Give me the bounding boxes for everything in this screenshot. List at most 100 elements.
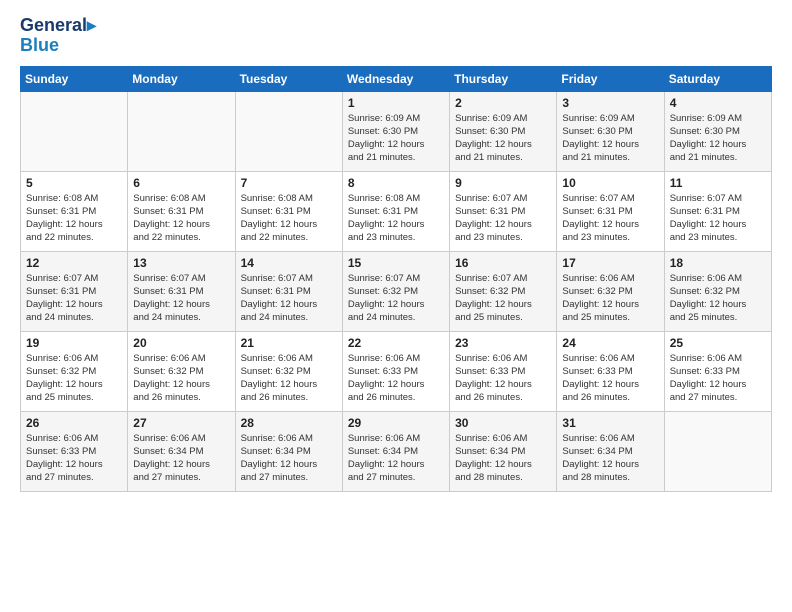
calendar-cell: 26 Sunrise: 6:06 AM Sunset: 6:33 PM Dayli… — [21, 411, 128, 491]
day-info: Sunrise: 6:09 AM Sunset: 6:30 PM Dayligh… — [348, 112, 444, 165]
day-number: 12 — [26, 256, 122, 270]
logo-blue: Blue — [20, 36, 96, 56]
calendar-cell: 18 Sunrise: 6:06 AM Sunset: 6:32 PM Dayli… — [664, 251, 771, 331]
day-info: Sunrise: 6:08 AM Sunset: 6:31 PM Dayligh… — [348, 192, 444, 245]
day-number: 22 — [348, 336, 444, 350]
day-number: 7 — [241, 176, 337, 190]
day-info: Sunrise: 6:06 AM Sunset: 6:32 PM Dayligh… — [562, 272, 658, 325]
day-number: 28 — [241, 416, 337, 430]
calendar-week-3: 12 Sunrise: 6:07 AM Sunset: 6:31 PM Dayli… — [21, 251, 772, 331]
calendar-cell: 31 Sunrise: 6:06 AM Sunset: 6:34 PM Dayli… — [557, 411, 664, 491]
calendar-cell: 15Sunrise: 6:07 AM Sunset: 6:32 PM Dayli… — [342, 251, 449, 331]
calendar-cell: 6 Sunrise: 6:08 AM Sunset: 6:31 PM Daylig… — [128, 171, 235, 251]
header: General▸ Blue — [20, 16, 772, 56]
day-info: Sunrise: 6:06 AM Sunset: 6:33 PM Dayligh… — [670, 352, 766, 405]
day-info: Sunrise: 6:09 AM Sunset: 6:30 PM Dayligh… — [455, 112, 551, 165]
day-info: Sunrise: 6:07 AM Sunset: 6:31 PM Dayligh… — [133, 272, 229, 325]
calendar-cell: 30 Sunrise: 6:06 AM Sunset: 6:34 PM Dayli… — [450, 411, 557, 491]
day-info: Sunrise: 6:07 AM Sunset: 6:31 PM Dayligh… — [670, 192, 766, 245]
day-info: Sunrise: 6:09 AM Sunset: 6:30 PM Dayligh… — [562, 112, 658, 165]
calendar-cell: 28Sunrise: 6:06 AM Sunset: 6:34 PM Dayli… — [235, 411, 342, 491]
calendar-cell: 5Sunrise: 6:08 AM Sunset: 6:31 PM Daylig… — [21, 171, 128, 251]
day-number: 9 — [455, 176, 551, 190]
day-number: 29 — [348, 416, 444, 430]
calendar-cell: 20Sunrise: 6:06 AM Sunset: 6:32 PM Dayli… — [128, 331, 235, 411]
day-number: 18 — [670, 256, 766, 270]
weekday-header-sunday: Sunday — [21, 66, 128, 91]
day-number: 24 — [562, 336, 658, 350]
day-number: 1 — [348, 96, 444, 110]
day-info: Sunrise: 6:06 AM Sunset: 6:33 PM Dayligh… — [562, 352, 658, 405]
calendar-body: 1 Sunrise: 6:09 AM Sunset: 6:30 PM Daylig… — [21, 91, 772, 491]
calendar-week-2: 5Sunrise: 6:08 AM Sunset: 6:31 PM Daylig… — [21, 171, 772, 251]
calendar-cell: 2 Sunrise: 6:09 AM Sunset: 6:30 PM Daylig… — [450, 91, 557, 171]
day-number: 31 — [562, 416, 658, 430]
day-number: 6 — [133, 176, 229, 190]
day-number: 16 — [455, 256, 551, 270]
day-info: Sunrise: 6:06 AM Sunset: 6:32 PM Dayligh… — [670, 272, 766, 325]
weekday-header-tuesday: Tuesday — [235, 66, 342, 91]
calendar-cell: 14Sunrise: 6:07 AM Sunset: 6:31 PM Dayli… — [235, 251, 342, 331]
day-info: Sunrise: 6:06 AM Sunset: 6:33 PM Dayligh… — [455, 352, 551, 405]
day-info: Sunrise: 6:08 AM Sunset: 6:31 PM Dayligh… — [133, 192, 229, 245]
day-info: Sunrise: 6:06 AM Sunset: 6:34 PM Dayligh… — [133, 432, 229, 485]
day-info: Sunrise: 6:06 AM Sunset: 6:32 PM Dayligh… — [133, 352, 229, 405]
day-info: Sunrise: 6:09 AM Sunset: 6:30 PM Dayligh… — [670, 112, 766, 165]
day-info: Sunrise: 6:07 AM Sunset: 6:32 PM Dayligh… — [348, 272, 444, 325]
calendar-cell — [21, 91, 128, 171]
day-info: Sunrise: 6:07 AM Sunset: 6:31 PM Dayligh… — [26, 272, 122, 325]
calendar-cell: 11Sunrise: 6:07 AM Sunset: 6:31 PM Dayli… — [664, 171, 771, 251]
calendar-cell: 25 Sunrise: 6:06 AM Sunset: 6:33 PM Dayli… — [664, 331, 771, 411]
calendar-header-row: SundayMondayTuesdayWednesdayThursdayFrid… — [21, 66, 772, 91]
day-number: 4 — [670, 96, 766, 110]
calendar-cell: 23Sunrise: 6:06 AM Sunset: 6:33 PM Dayli… — [450, 331, 557, 411]
day-info: Sunrise: 6:06 AM Sunset: 6:32 PM Dayligh… — [26, 352, 122, 405]
day-number: 17 — [562, 256, 658, 270]
calendar-cell: 8 Sunrise: 6:08 AM Sunset: 6:31 PM Daylig… — [342, 171, 449, 251]
calendar-week-4: 19 Sunrise: 6:06 AM Sunset: 6:32 PM Dayli… — [21, 331, 772, 411]
calendar-cell — [235, 91, 342, 171]
calendar-table: SundayMondayTuesdayWednesdayThursdayFrid… — [20, 66, 772, 492]
day-info: Sunrise: 6:06 AM Sunset: 6:34 PM Dayligh… — [455, 432, 551, 485]
day-number: 14 — [241, 256, 337, 270]
day-number: 26 — [26, 416, 122, 430]
day-number: 2 — [455, 96, 551, 110]
calendar-cell: 16 Sunrise: 6:07 AM Sunset: 6:32 PM Dayli… — [450, 251, 557, 331]
day-number: 21 — [241, 336, 337, 350]
calendar-cell: 29 Sunrise: 6:06 AM Sunset: 6:34 PM Dayli… — [342, 411, 449, 491]
day-number: 10 — [562, 176, 658, 190]
day-info: Sunrise: 6:07 AM Sunset: 6:32 PM Dayligh… — [455, 272, 551, 325]
weekday-header-wednesday: Wednesday — [342, 66, 449, 91]
calendar-cell: 7 Sunrise: 6:08 AM Sunset: 6:31 PM Daylig… — [235, 171, 342, 251]
calendar-cell: 22 Sunrise: 6:06 AM Sunset: 6:33 PM Dayli… — [342, 331, 449, 411]
calendar-cell: 21Sunrise: 6:06 AM Sunset: 6:32 PM Dayli… — [235, 331, 342, 411]
day-number: 25 — [670, 336, 766, 350]
calendar-cell — [128, 91, 235, 171]
day-info: Sunrise: 6:07 AM Sunset: 6:31 PM Dayligh… — [455, 192, 551, 245]
day-info: Sunrise: 6:06 AM Sunset: 6:33 PM Dayligh… — [348, 352, 444, 405]
day-number: 3 — [562, 96, 658, 110]
calendar-cell: 4 Sunrise: 6:09 AM Sunset: 6:30 PM Daylig… — [664, 91, 771, 171]
day-info: Sunrise: 6:06 AM Sunset: 6:34 PM Dayligh… — [348, 432, 444, 485]
day-info: Sunrise: 6:06 AM Sunset: 6:33 PM Dayligh… — [26, 432, 122, 485]
day-info: Sunrise: 6:08 AM Sunset: 6:31 PM Dayligh… — [241, 192, 337, 245]
calendar-cell: 10Sunrise: 6:07 AM Sunset: 6:31 PM Dayli… — [557, 171, 664, 251]
calendar-cell — [664, 411, 771, 491]
calendar-cell: 17 Sunrise: 6:06 AM Sunset: 6:32 PM Dayli… — [557, 251, 664, 331]
weekday-header-thursday: Thursday — [450, 66, 557, 91]
day-number: 13 — [133, 256, 229, 270]
day-number: 30 — [455, 416, 551, 430]
calendar-cell: 13 Sunrise: 6:07 AM Sunset: 6:31 PM Dayli… — [128, 251, 235, 331]
calendar-cell: 19 Sunrise: 6:06 AM Sunset: 6:32 PM Dayli… — [21, 331, 128, 411]
day-number: 8 — [348, 176, 444, 190]
calendar-cell: 27Sunrise: 6:06 AM Sunset: 6:34 PM Dayli… — [128, 411, 235, 491]
logo: General▸ Blue — [20, 16, 96, 56]
calendar-cell: 1 Sunrise: 6:09 AM Sunset: 6:30 PM Daylig… — [342, 91, 449, 171]
calendar-week-5: 26 Sunrise: 6:06 AM Sunset: 6:33 PM Dayli… — [21, 411, 772, 491]
page: General▸ Blue SundayMondayTuesdayWednesd… — [0, 0, 792, 502]
logo-general: General▸ — [20, 16, 96, 36]
day-number: 19 — [26, 336, 122, 350]
weekday-header-monday: Monday — [128, 66, 235, 91]
calendar-cell: 9 Sunrise: 6:07 AM Sunset: 6:31 PM Daylig… — [450, 171, 557, 251]
day-info: Sunrise: 6:06 AM Sunset: 6:34 PM Dayligh… — [562, 432, 658, 485]
